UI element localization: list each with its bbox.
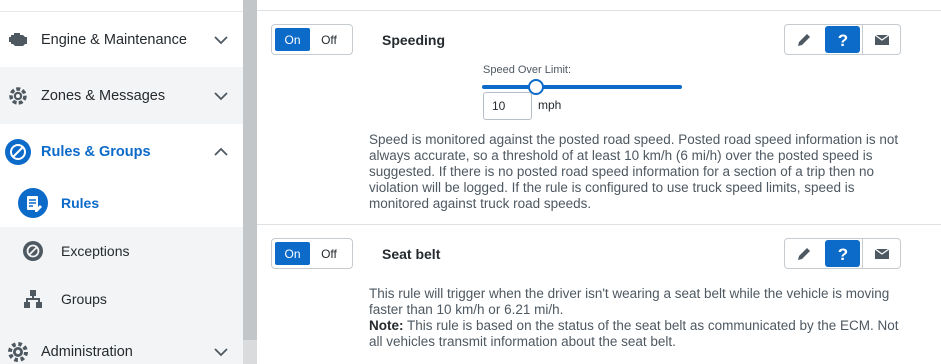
gear-icon [4,82,32,110]
sidebar-subitem-exceptions[interactable]: Exceptions [0,227,243,275]
sidebar-subitem-label: Rules [61,195,100,211]
toggle-off-button[interactable]: Off [310,28,348,51]
sidebar-item-administration[interactable]: Administration [0,324,243,364]
chevron-down-icon[interactable] [213,32,229,48]
rule-toggle[interactable]: On Off [271,238,353,269]
svg-text:?: ? [837,245,847,263]
envelope-icon [874,33,889,45]
sidebar-subitem-groups[interactable]: Groups [0,275,243,323]
slider-label: Speed Over Limit: [483,64,572,76]
divider [257,10,941,11]
envelope-icon [874,247,889,259]
speed-slider-track[interactable] [482,85,682,89]
divider [257,224,941,225]
note-text: This rule is based on the status of the … [369,318,899,349]
note-label: Note: [369,318,404,333]
chevron-up-icon[interactable] [213,144,229,160]
question-icon: ? [837,245,847,263]
sidebar-subitem-label: Exceptions [61,243,130,259]
sidebar-scrollbar-thumb[interactable] [243,0,257,340]
email-button[interactable] [862,25,900,54]
rule-description-text: This rule will trigger when the driver i… [369,286,890,317]
rule-description: This rule will trigger when the driver i… [369,286,899,350]
toggle-on-button[interactable]: On [275,28,310,51]
svg-text:?: ? [837,31,847,49]
email-button[interactable] [862,239,900,268]
rules-list-icon [18,188,48,218]
rule-title: Speeding [382,32,446,48]
sidebar-subitem-rules[interactable]: Rules [0,179,243,227]
app-window: Engine & Maintenance Zones & Messages Ru… [0,0,941,364]
sidebar-item-label: Engine & Maintenance [41,31,187,48]
sidebar-item-label: Administration [41,343,133,360]
sidebar-subitem-label: Groups [61,291,107,307]
help-button[interactable]: ? [825,240,860,267]
chevron-down-icon[interactable] [213,88,229,104]
speed-value: 10 [492,99,506,113]
exceptions-icon [18,236,48,266]
sidebar-item-previous[interactable] [0,0,243,12]
sidebar-item-label: Zones & Messages [41,87,166,104]
sidebar-item-engine-maintenance[interactable]: Engine & Maintenance [0,12,243,67]
sidebar-item-rules-groups[interactable]: Rules & Groups [0,124,243,179]
rule-toggle[interactable]: On Off [271,24,353,55]
sidebar-item-zones-messages[interactable]: Zones & Messages [0,68,243,123]
speed-unit: mph [538,98,562,112]
rules-list: On Off Speeding ? Speed Over Limit: 10 m… [257,0,941,364]
sidebar: Engine & Maintenance Zones & Messages Ru… [0,0,243,364]
rule-description: Speed is monitored against the posted ro… [369,132,899,211]
pencil-icon [798,247,810,260]
edit-button[interactable] [785,25,823,54]
sidebar-item-label: Rules & Groups [41,143,151,160]
help-button[interactable]: ? [825,26,860,53]
toggle-on-button[interactable]: On [275,242,310,265]
rule-title: Seat belt [382,246,441,262]
pencil-icon [798,33,810,46]
settings-gear-icon [4,338,32,364]
chevron-down-icon[interactable] [213,344,229,360]
toggle-off-button[interactable]: Off [310,242,348,265]
edit-button[interactable] [785,239,823,268]
rule-actions: ? [784,24,901,55]
question-icon: ? [837,31,847,49]
engine-icon [4,26,32,54]
rule-actions: ? [784,238,901,269]
rules-icon [4,138,32,166]
hierarchy-icon [18,284,48,314]
speed-input[interactable]: 10 [483,92,532,120]
